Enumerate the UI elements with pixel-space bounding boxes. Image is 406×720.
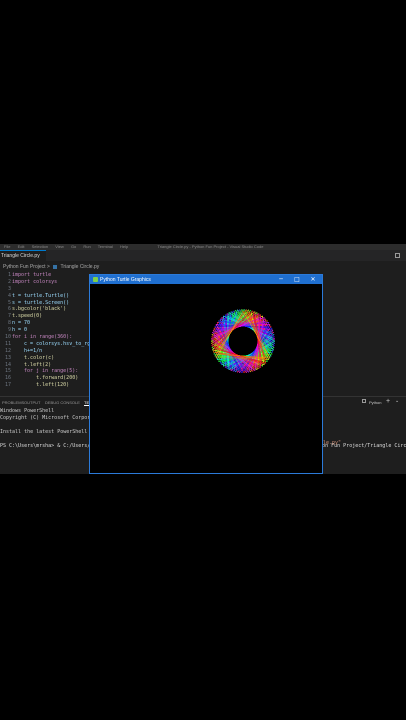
turtle-title-bar[interactable]: Python Turtle Graphics ─ □ ✕: [90, 275, 322, 284]
breadcrumb-folder[interactable]: Python Fun Project: [0, 264, 46, 270]
editor-tab-bar: Triangle Circle.py: [0, 250, 406, 262]
line-number: 4: [7, 292, 11, 299]
menu-go[interactable]: Go: [71, 244, 76, 249]
line-number: 16: [4, 375, 11, 382]
terminal-path-tail: le.py": [323, 440, 342, 446]
line-number: 17: [4, 382, 11, 389]
line-number: 13: [4, 354, 11, 361]
line-number: 12: [4, 347, 11, 354]
line-number: 10: [4, 334, 11, 341]
line-number: 3: [7, 285, 11, 292]
tab-output[interactable]: OUTPUT: [24, 400, 40, 405]
close-button[interactable]: ✕: [306, 275, 320, 284]
menu-view[interactable]: View: [55, 244, 64, 249]
line-number: 15: [4, 368, 11, 375]
menu-edit[interactable]: Edit: [18, 244, 25, 249]
tab-debug-console[interactable]: DEBUG CONSOLE: [45, 400, 80, 405]
window-title: Triangle Circle.py - Python Fun Project …: [157, 244, 264, 249]
line-number-gutter: 1 2 3 4 5 6 7 8 9 10 11 12 13 14 15 16 1…: [0, 272, 11, 389]
line-number: 2: [7, 278, 11, 285]
run-icon[interactable]: [395, 253, 400, 258]
turtle-graphics-window: Python Turtle Graphics ─ □ ✕: [89, 274, 323, 474]
terminal-shell-label[interactable]: Python: [369, 400, 381, 405]
breadcrumb-file[interactable]: Triangle Circle.py: [61, 264, 100, 270]
line-number: 7: [7, 313, 11, 320]
line-number: 14: [4, 361, 11, 368]
turtle-window-title: Python Turtle Graphics: [100, 276, 151, 283]
tab-triangle-circle[interactable]: Triangle Circle.py: [0, 250, 46, 262]
new-terminal-button[interactable]: +: [386, 398, 390, 405]
line-number: 1: [7, 272, 11, 278]
tab-problems[interactable]: PROBLEMS: [2, 400, 24, 405]
python-file-icon: [53, 264, 58, 269]
minimize-button[interactable]: ─: [274, 275, 288, 284]
line-number: 6: [7, 306, 11, 313]
breadcrumb-separator: >: [46, 264, 50, 270]
turtle-canvas: [210, 308, 276, 374]
maximize-button[interactable]: □: [290, 275, 304, 284]
tab-label: Triangle Circle.py: [1, 253, 40, 259]
chevron-down-icon[interactable]: ⌄: [395, 398, 399, 404]
line-number: 11: [4, 340, 11, 347]
menu-run[interactable]: Run: [83, 244, 90, 249]
turtle-app-icon: [93, 277, 98, 282]
line-number: 5: [7, 299, 11, 306]
menu-selection[interactable]: Selection: [32, 244, 48, 249]
terminal-shell-icon: [362, 399, 366, 403]
menu-terminal[interactable]: Terminal: [98, 244, 113, 249]
breadcrumb: Python Fun Project > Triangle Circle.py: [0, 262, 406, 272]
menu-file[interactable]: File: [4, 244, 10, 249]
line-number: 9: [7, 327, 11, 334]
line-number: 8: [7, 320, 11, 327]
menu-help[interactable]: Help: [120, 244, 128, 249]
spirograph-drawing: [210, 308, 276, 374]
